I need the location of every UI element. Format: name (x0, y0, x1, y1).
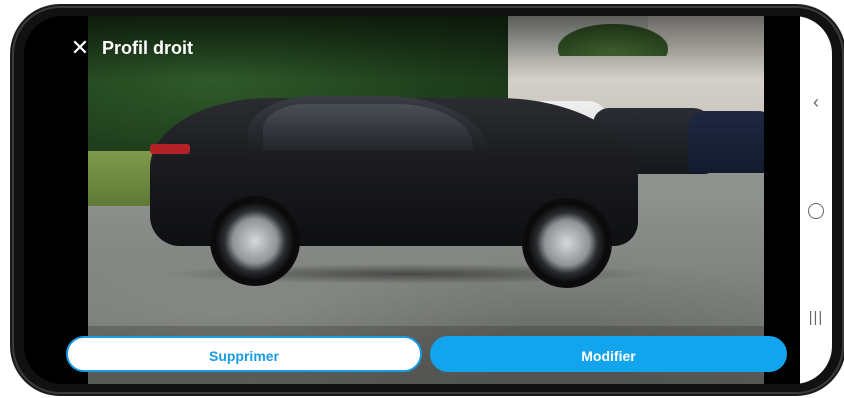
delete-button[interactable]: Supprimer (66, 336, 422, 372)
page-title: Profil droit (102, 38, 193, 58)
top-bar: ✕ Profil droit (24, 16, 832, 80)
close-icon[interactable]: ✕ (68, 36, 92, 60)
car-taillight (150, 144, 190, 154)
phone-frame: ✕ Profil droit Supprimer Modifier ‹ ||| (14, 8, 842, 392)
recent-apps-icon[interactable]: ||| (800, 296, 832, 336)
parked-car-blue (688, 111, 764, 173)
edit-button[interactable]: Modifier (430, 336, 787, 372)
chevron-left-icon[interactable]: ‹ (800, 82, 832, 122)
screen: ✕ Profil droit Supprimer Modifier ‹ ||| (24, 16, 832, 384)
system-nav-bar: ‹ ||| (800, 16, 832, 384)
car-rear-wheel (210, 196, 300, 286)
circle-home-icon[interactable] (800, 190, 832, 230)
car-front-wheel (522, 198, 612, 288)
